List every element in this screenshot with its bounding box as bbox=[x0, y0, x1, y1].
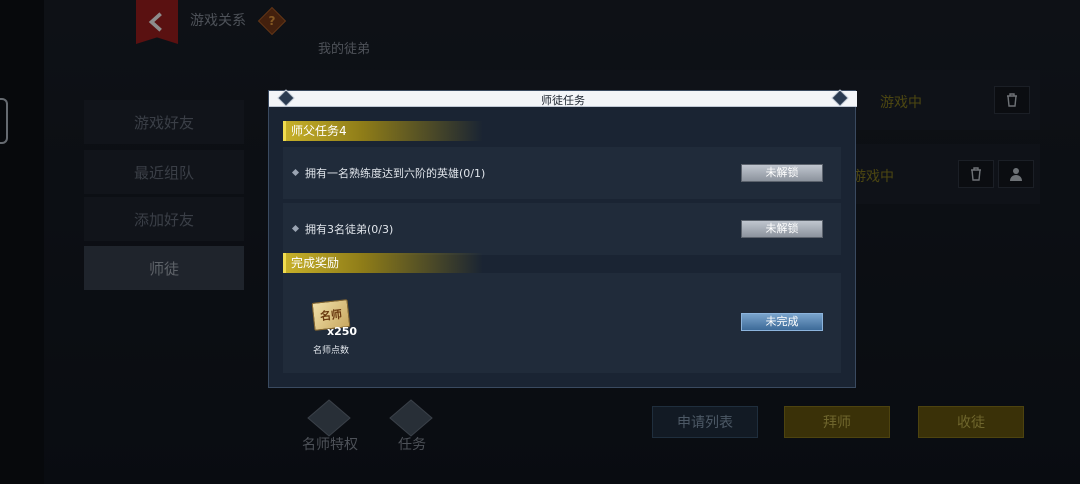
reward-count: x250 bbox=[327, 325, 358, 338]
reward-area: 名师 x250 名师点数 未完成 bbox=[283, 273, 841, 373]
task-modal: 师徒任务 师父任务4 拥有一名熟练度达到六阶的英雄(0/1) 未解锁 拥有3名徒… bbox=[268, 89, 857, 388]
task-row: 拥有3名徒弟(0/3) 未解锁 bbox=[283, 203, 841, 255]
modal-titlebar: 师徒任务 bbox=[269, 89, 857, 107]
modal-title: 师徒任务 bbox=[541, 94, 585, 107]
token-icon-text: 名师 bbox=[319, 307, 343, 324]
task-text: 拥有3名徒弟(0/3) bbox=[305, 223, 394, 236]
reward-name: 名师点数 bbox=[313, 346, 350, 356]
ornament-icon bbox=[831, 89, 849, 107]
locked-button[interactable]: 未解锁 bbox=[741, 164, 823, 182]
incomplete-button[interactable]: 未完成 bbox=[741, 313, 823, 331]
locked-button[interactable]: 未解锁 bbox=[741, 220, 823, 238]
reward-section-header: 完成奖励 bbox=[283, 253, 483, 273]
task-section-header: 师父任务4 bbox=[283, 121, 483, 141]
bullet-icon bbox=[291, 224, 300, 233]
bullet-icon bbox=[291, 168, 300, 177]
task-text: 拥有一名熟练度达到六阶的英雄(0/1) bbox=[305, 167, 486, 180]
task-row: 拥有一名熟练度达到六阶的英雄(0/1) 未解锁 bbox=[283, 147, 841, 199]
